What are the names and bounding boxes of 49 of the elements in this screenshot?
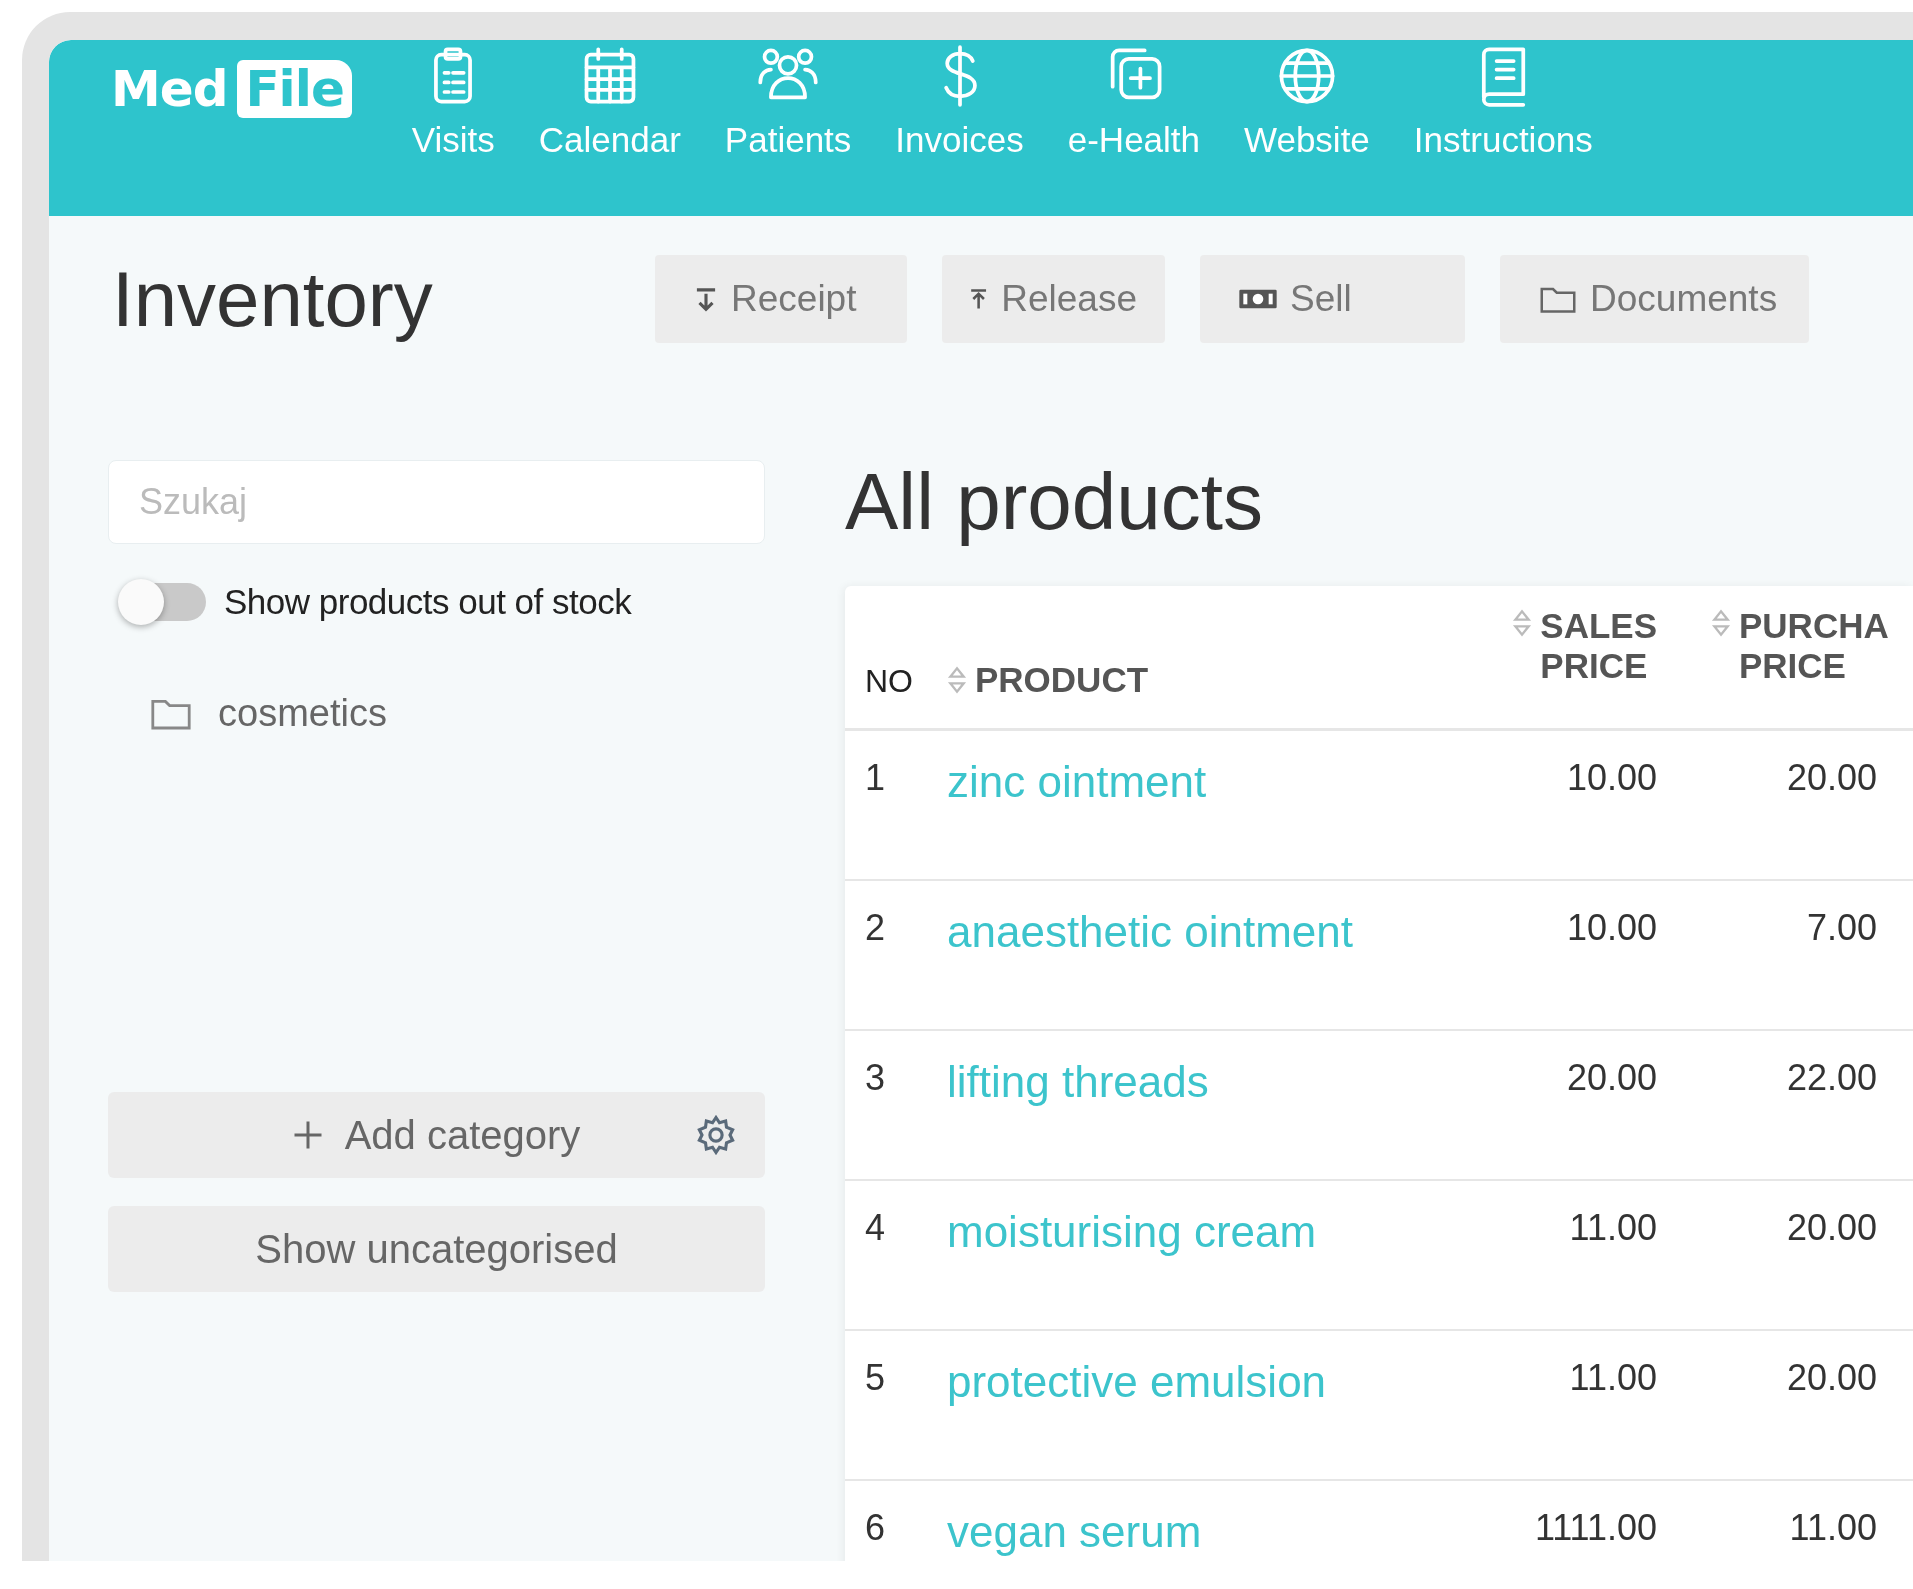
table-cell-text: 10.00 <box>1565 757 1657 799</box>
table-cell-text: 10.00 <box>1565 907 1657 949</box>
toolbar-button[interactable]: Receipt <box>655 255 907 343</box>
product-link[interactable]: protective emulsion <box>947 1357 1327 1406</box>
toolbar-button[interactable]: Release <box>942 255 1165 343</box>
search-field[interactable]: Szukaj <box>108 460 765 544</box>
table-cell-text: 2 <box>864 907 887 949</box>
nav-item[interactable]: Instructions <box>1413 40 1593 160</box>
product-link[interactable]: vegan serum <box>947 1507 1202 1556</box>
nav-item[interactable]: Patients <box>724 40 852 160</box>
add-category-button[interactable]: Add category <box>108 1092 765 1178</box>
table-cell-text: 11.00 <box>1788 1507 1877 1549</box>
category-item[interactable]: cosmetics <box>108 692 765 735</box>
table-cell-text: 3 <box>864 1057 887 1099</box>
show-uncategorised-button[interactable]: Show uncategorised <box>108 1206 765 1292</box>
product-link[interactable]: moisturising cream <box>947 1207 1317 1256</box>
column-header[interactable]: PURCHA PRICE <box>1657 586 1913 687</box>
toggle-label: Show products out of stock <box>224 582 632 622</box>
nav-item[interactable]: e-Health <box>1067 40 1201 160</box>
table-cell-text: 7.00 <box>1805 907 1877 949</box>
column-header: NO <box>864 663 914 700</box>
table-cell-text: 11.00 <box>1568 1357 1657 1399</box>
table-cell-text: 20.00 <box>1565 1057 1657 1099</box>
table-cell-text: 11.00 <box>1568 1207 1657 1249</box>
column-header[interactable]: PRODUCT <box>947 659 1497 700</box>
table-cell-text: 5 <box>864 1357 887 1399</box>
table-cell-text: 20.00 <box>1785 1357 1877 1399</box>
table-cell-text: 20.00 <box>1785 1207 1877 1249</box>
page-title: Inventory <box>112 253 434 345</box>
toolbar-button[interactable]: Sell <box>1200 255 1465 343</box>
product-link[interactable]: lifting threads <box>947 1057 1209 1106</box>
plus-icon <box>292 1120 323 1150</box>
table-cell-text: 22.00 <box>1785 1057 1877 1099</box>
product-link[interactable]: zinc ointment <box>947 757 1207 806</box>
table-cell-text: 6 <box>864 1507 887 1549</box>
table-cell-text: 1111.00 <box>1533 1507 1657 1549</box>
nav-item[interactable]: Website <box>1244 40 1370 160</box>
logo[interactable]: Med File <box>111 60 352 118</box>
settings-icon[interactable] <box>695 1114 737 1156</box>
column-header[interactable]: SALES PRICE <box>1497 586 1657 687</box>
nav-item[interactable]: Calendar <box>538 40 681 160</box>
table-cell-text: 1 <box>864 757 887 799</box>
section-title: All products <box>845 456 1264 548</box>
toolbar-button[interactable]: Documents <box>1500 255 1809 343</box>
nav-item[interactable]: Invoices <box>895 40 1024 160</box>
table-cell-text: 4 <box>864 1207 887 1249</box>
nav-item[interactable]: Visits <box>411 40 495 160</box>
table-cell-text: 20.00 <box>1785 757 1877 799</box>
product-link[interactable]: anaesthetic ointment <box>947 907 1354 956</box>
